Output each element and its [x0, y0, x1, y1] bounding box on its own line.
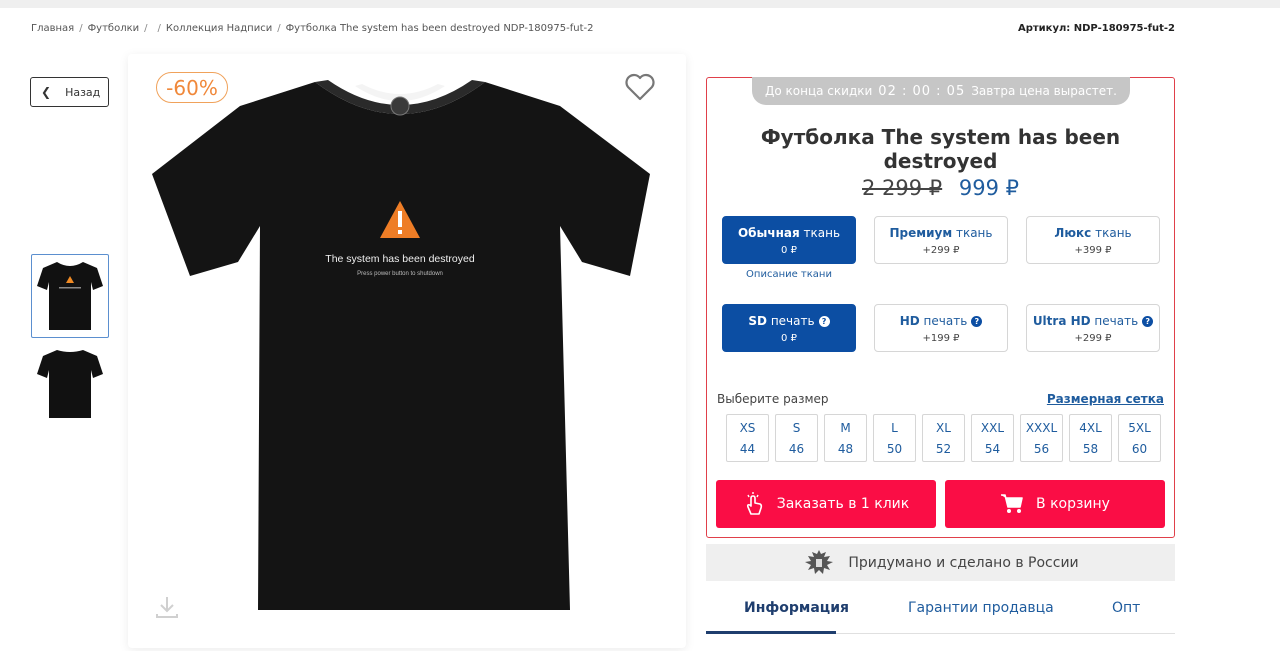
tap-hand-icon: [746, 492, 762, 515]
fabric-description-link[interactable]: Описание ткани: [722, 269, 856, 280]
discount-badge: -60%: [156, 72, 228, 103]
back-button[interactable]: ❮ Назад: [30, 77, 109, 107]
old-price: 2 299 ₽: [862, 176, 943, 200]
size-option[interactable]: M 48: [824, 414, 867, 462]
add-to-cart-label: В корзину: [1036, 496, 1110, 512]
made-in-russia-banner: Придумано и сделано в России: [706, 544, 1175, 581]
breadcrumb: Главная / Футболки / / Коллекция Надписи / Футб…: [31, 23, 594, 34]
info-tabs: Информация Гарантии продавца Опт: [706, 590, 1175, 634]
thumbnail-back[interactable]: [31, 342, 109, 426]
article-number: Артикул: NDP-180975-fut-2: [1017, 23, 1175, 34]
size-option[interactable]: XXXL 56: [1020, 414, 1063, 462]
tshirt-back-thumbnail-image: [37, 350, 103, 418]
favorite-heart-icon[interactable]: [624, 72, 656, 106]
product-photo-card: The system has been destroyed Press powe…: [128, 54, 686, 648]
thumbnail-front[interactable]: [31, 254, 109, 338]
shirt-print-subline: Press power button to shutdown: [357, 271, 443, 277]
top-bar: [0, 0, 1280, 8]
product-title: Футболка The system has been destroyed: [760, 125, 1121, 173]
size-chart-link[interactable]: Размерная сетка: [1047, 392, 1164, 406]
size-option[interactable]: XL 52: [922, 414, 965, 462]
fabric-option-lux[interactable]: Люкс ткань +399 ₽: [1026, 216, 1160, 264]
buy-one-click-button[interactable]: Заказать в 1 клик: [716, 480, 936, 528]
tab-information[interactable]: Информация: [744, 600, 849, 616]
help-icon[interactable]: ?: [971, 316, 983, 327]
cart-icon: [1001, 494, 1023, 513]
print-option-hd[interactable]: HD печать? +199 ₽: [874, 304, 1008, 352]
new-price: 999 ₽: [958, 176, 1019, 200]
breadcrumb-collection[interactable]: Коллекция Надписи: [166, 23, 272, 34]
breadcrumb-current: Футболка The system has been destroyed N…: [285, 23, 594, 34]
purchase-panel: До конца скидки 02 : 00 : 05 Завтра цена…: [706, 77, 1175, 538]
tshirt-front-thumbnail-image: [37, 262, 103, 330]
download-icon[interactable]: [154, 594, 180, 624]
tab-seller-guarantees[interactable]: Гарантии продавца: [908, 600, 1054, 616]
help-icon[interactable]: ?: [1142, 316, 1154, 327]
size-option[interactable]: S 46: [775, 414, 818, 462]
buy-one-click-label: Заказать в 1 клик: [776, 496, 910, 512]
size-option[interactable]: 4XL 58: [1069, 414, 1112, 462]
active-tab-indicator: [706, 631, 836, 634]
timer-suffix: Завтра цена вырастет.: [971, 84, 1117, 98]
shirt-print-headline: The system has been destroyed: [325, 253, 475, 265]
size-option[interactable]: XXL 54: [971, 414, 1014, 462]
size-option[interactable]: 5XL 60: [1118, 414, 1161, 462]
price-block: 2 299 ₽ 999 ₽: [707, 176, 1174, 200]
back-button-label: Назад: [65, 85, 101, 99]
add-to-cart-button[interactable]: В корзину: [945, 480, 1165, 528]
tab-wholesale[interactable]: Опт: [1112, 600, 1140, 616]
help-icon[interactable]: ?: [818, 316, 830, 327]
coat-of-arms-icon: [805, 549, 834, 574]
size-label: Выберите размер: [717, 392, 829, 406]
discount-timer: До конца скидки 02 : 00 : 05 Завтра цена…: [752, 77, 1130, 105]
fabric-option-premium[interactable]: Премиум ткань +299 ₽: [874, 216, 1008, 264]
print-option-ultra-hd[interactable]: Ultra HD печать? +299 ₽: [1026, 304, 1160, 352]
fabric-option-regular[interactable]: Обычная ткань 0 ₽: [722, 216, 856, 264]
chevron-left-icon: ❮: [41, 85, 52, 99]
timer-clock: 02 : 00 : 05: [878, 83, 966, 99]
breadcrumb-home[interactable]: Главная: [31, 23, 74, 34]
size-option[interactable]: L 50: [873, 414, 916, 462]
size-selector: XS 44 S 46 M 48 L 50 XL 52 XXL 54 XXXL 56 4XL 58…: [726, 414, 1161, 462]
timer-prefix: До конца скидки: [765, 84, 873, 98]
product-image: The system has been destroyed Press powe…: [150, 76, 660, 620]
breadcrumb-tshirts[interactable]: Футболки: [88, 23, 140, 34]
size-option[interactable]: XS 44: [726, 414, 769, 462]
made-in-russia-text: Придумано и сделано в России: [848, 554, 1079, 571]
print-option-sd[interactable]: SD печать? 0 ₽: [722, 304, 856, 352]
